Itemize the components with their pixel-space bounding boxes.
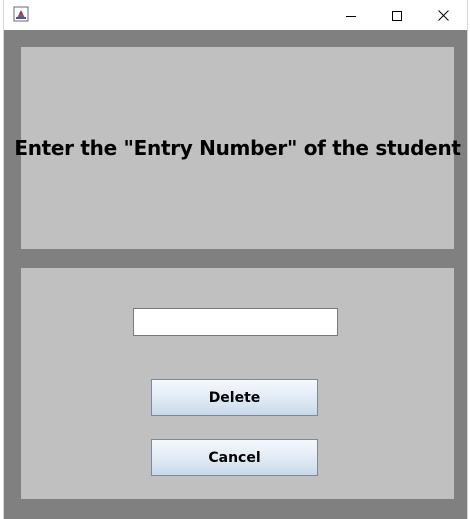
minimize-button[interactable] (328, 0, 374, 30)
prompt-panel: Enter the "Entry Number" of the student (14, 47, 461, 249)
cancel-button[interactable]: Cancel (151, 439, 318, 476)
maximize-icon (392, 6, 402, 25)
maximize-button[interactable] (374, 0, 420, 30)
input-panel: Delete Cancel (21, 268, 454, 499)
title-bar[interactable] (4, 0, 467, 30)
dialog-window: Enter the "Entry Number" of the student … (3, 0, 468, 519)
prompt-label: Enter the "Entry Number" of the student (14, 136, 461, 160)
entry-number-input[interactable] (133, 308, 338, 336)
close-button[interactable] (420, 0, 466, 30)
java-app-icon (13, 6, 29, 22)
minimize-icon (346, 6, 356, 25)
delete-button[interactable]: Delete (151, 379, 318, 416)
close-icon (437, 6, 449, 25)
dialog-content: Enter the "Entry Number" of the student … (4, 30, 467, 519)
